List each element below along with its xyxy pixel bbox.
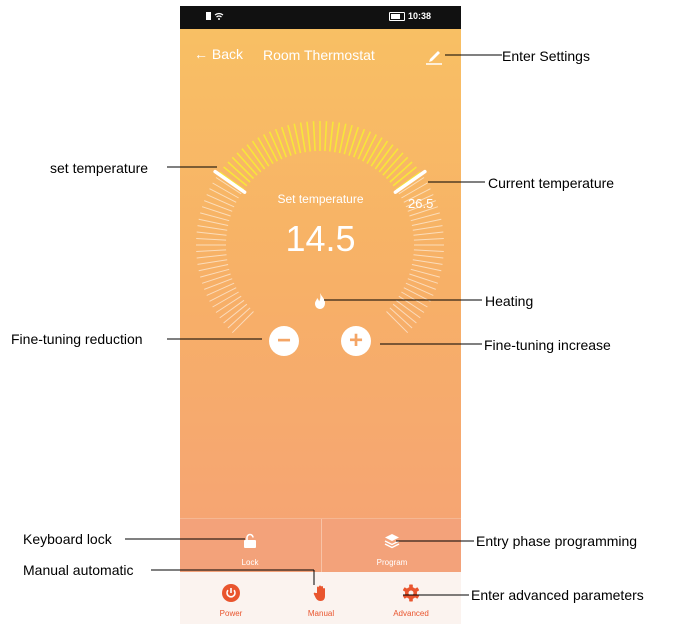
annotation-fine-tuning-increase: Fine-tuning increase: [484, 337, 611, 353]
annotation-manual-automatic: Manual automatic: [23, 562, 134, 578]
annotation-heating: Heating: [485, 293, 534, 309]
annotation-enter-settings: Enter Settings: [502, 48, 590, 64]
annotation-fine-tuning-reduction: Fine-tuning reduction: [11, 331, 143, 347]
annotation-keyboard-lock: Keyboard lock: [23, 531, 112, 547]
annotation-entry-phase-programming: Entry phase programming: [476, 533, 638, 549]
annotation-current-temperature: Current temperature: [488, 175, 615, 191]
annotation-enter-advanced-parameters: Enter advanced parameters: [471, 587, 644, 603]
annotation-set-temperature: set temperature: [50, 160, 149, 176]
